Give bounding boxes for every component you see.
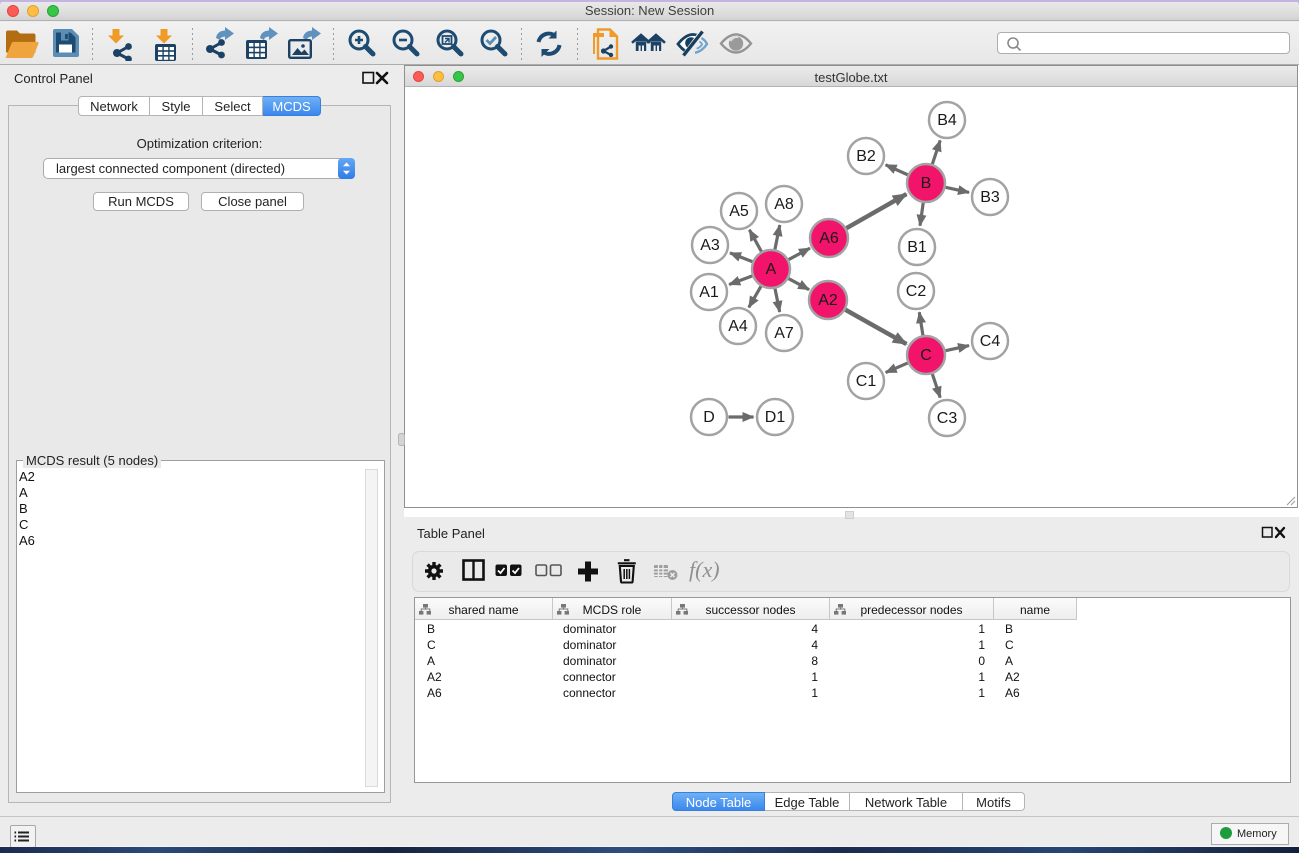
svg-text:D1: D1 [765,409,786,426]
svg-text:C4: C4 [980,333,1001,350]
svg-text:A1: A1 [699,284,719,301]
svg-text:A3: A3 [700,237,720,254]
svg-text:C3: C3 [937,410,958,427]
svg-text:B3: B3 [980,189,1000,206]
svg-text:A: A [766,261,777,278]
svg-text:B1: B1 [907,239,927,256]
svg-text:A6: A6 [819,230,839,247]
svg-text:D: D [703,409,715,426]
svg-text:B2: B2 [856,148,876,165]
svg-text:A8: A8 [774,196,794,213]
svg-text:C: C [920,347,932,364]
svg-text:B4: B4 [937,112,957,129]
svg-text:A5: A5 [729,203,749,220]
svg-text:C1: C1 [856,373,877,390]
svg-text:C2: C2 [906,283,927,300]
svg-text:A4: A4 [728,318,748,335]
svg-text:B: B [921,175,932,192]
svg-text:A2: A2 [818,292,838,309]
svg-text:A7: A7 [774,325,794,342]
